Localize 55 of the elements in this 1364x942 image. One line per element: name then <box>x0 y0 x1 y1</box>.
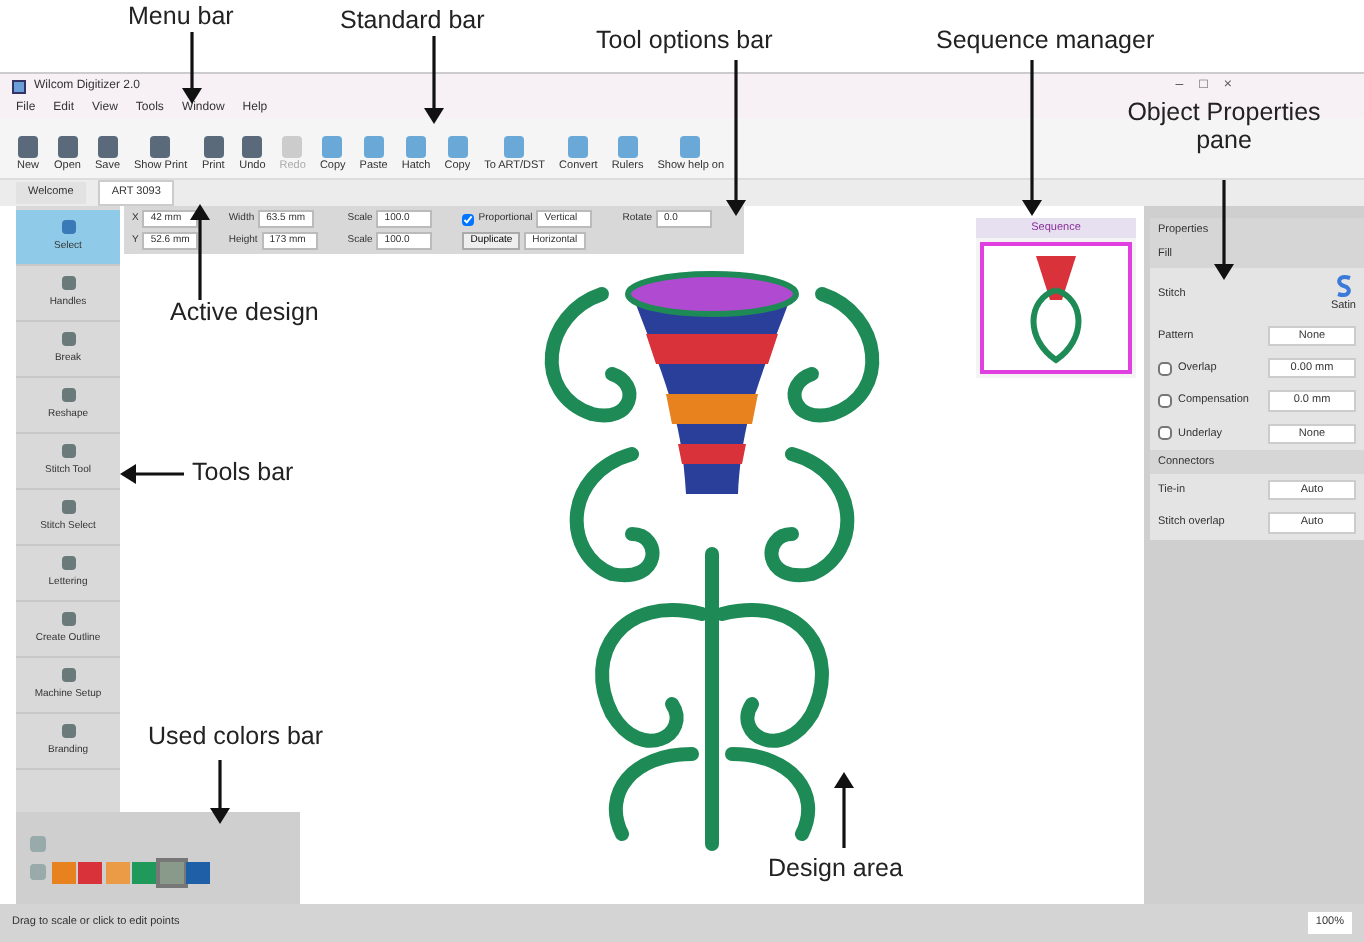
app-icon <box>12 79 26 93</box>
square-icon <box>615 133 640 159</box>
callout-label: Tool options bar <box>596 28 773 56</box>
checkbox[interactable] <box>462 213 475 225</box>
square-icon <box>59 386 77 405</box>
square-icon <box>566 133 591 159</box>
square-icon <box>59 274 77 293</box>
square-icon <box>59 554 77 573</box>
square-icon <box>59 330 77 349</box>
square-icon <box>59 722 77 741</box>
square-icon <box>404 133 429 159</box>
square-icon <box>148 133 173 159</box>
square-icon <box>361 133 386 159</box>
design-thumbnail[interactable] <box>980 242 1132 375</box>
callout-label: Sequence manager <box>936 28 1155 56</box>
color-swatch[interactable] <box>132 861 156 883</box>
callout-label: Design area <box>768 856 903 884</box>
square-icon <box>55 133 80 159</box>
stitch-type-icon <box>1333 273 1354 297</box>
callout-label: Menu bar <box>128 4 234 32</box>
checkbox[interactable] <box>1158 393 1172 408</box>
square-icon <box>59 218 77 237</box>
callout-arrow <box>834 772 854 848</box>
color-swatch[interactable] <box>105 861 129 883</box>
square-icon <box>59 666 77 685</box>
square-icon <box>320 133 345 159</box>
callout-label: Standard bar <box>340 8 485 36</box>
square-icon <box>95 133 120 159</box>
callout-arrow <box>210 760 230 824</box>
checkbox[interactable] <box>1158 426 1172 441</box>
square-icon <box>59 610 77 629</box>
square-icon <box>201 133 226 159</box>
square-icon <box>445 133 470 159</box>
square-icon <box>502 133 527 159</box>
callout-arrow <box>424 36 444 124</box>
checkbox[interactable] <box>1158 361 1172 376</box>
callout-label: Used colors bar <box>148 724 324 752</box>
square-icon <box>16 133 40 159</box>
color-swatch[interactable] <box>159 861 183 883</box>
square-icon <box>59 442 77 461</box>
callout-arrow <box>190 204 210 300</box>
thumbnail-drawing <box>1026 250 1086 367</box>
square-icon <box>59 498 77 517</box>
callout-label: Object Properties pane <box>1125 100 1323 155</box>
callout-arrow <box>120 464 184 484</box>
callout-label: Active design <box>170 300 319 328</box>
square-icon <box>280 133 305 159</box>
callout-label: Tools bar <box>192 460 294 488</box>
callout-arrow <box>1214 180 1234 280</box>
callout-arrow <box>182 32 202 104</box>
color-swatch[interactable] <box>78 861 102 883</box>
square-icon <box>678 133 703 159</box>
square-icon <box>240 133 265 159</box>
color-swatch[interactable] <box>51 861 75 883</box>
color-swatch[interactable] <box>186 861 210 883</box>
